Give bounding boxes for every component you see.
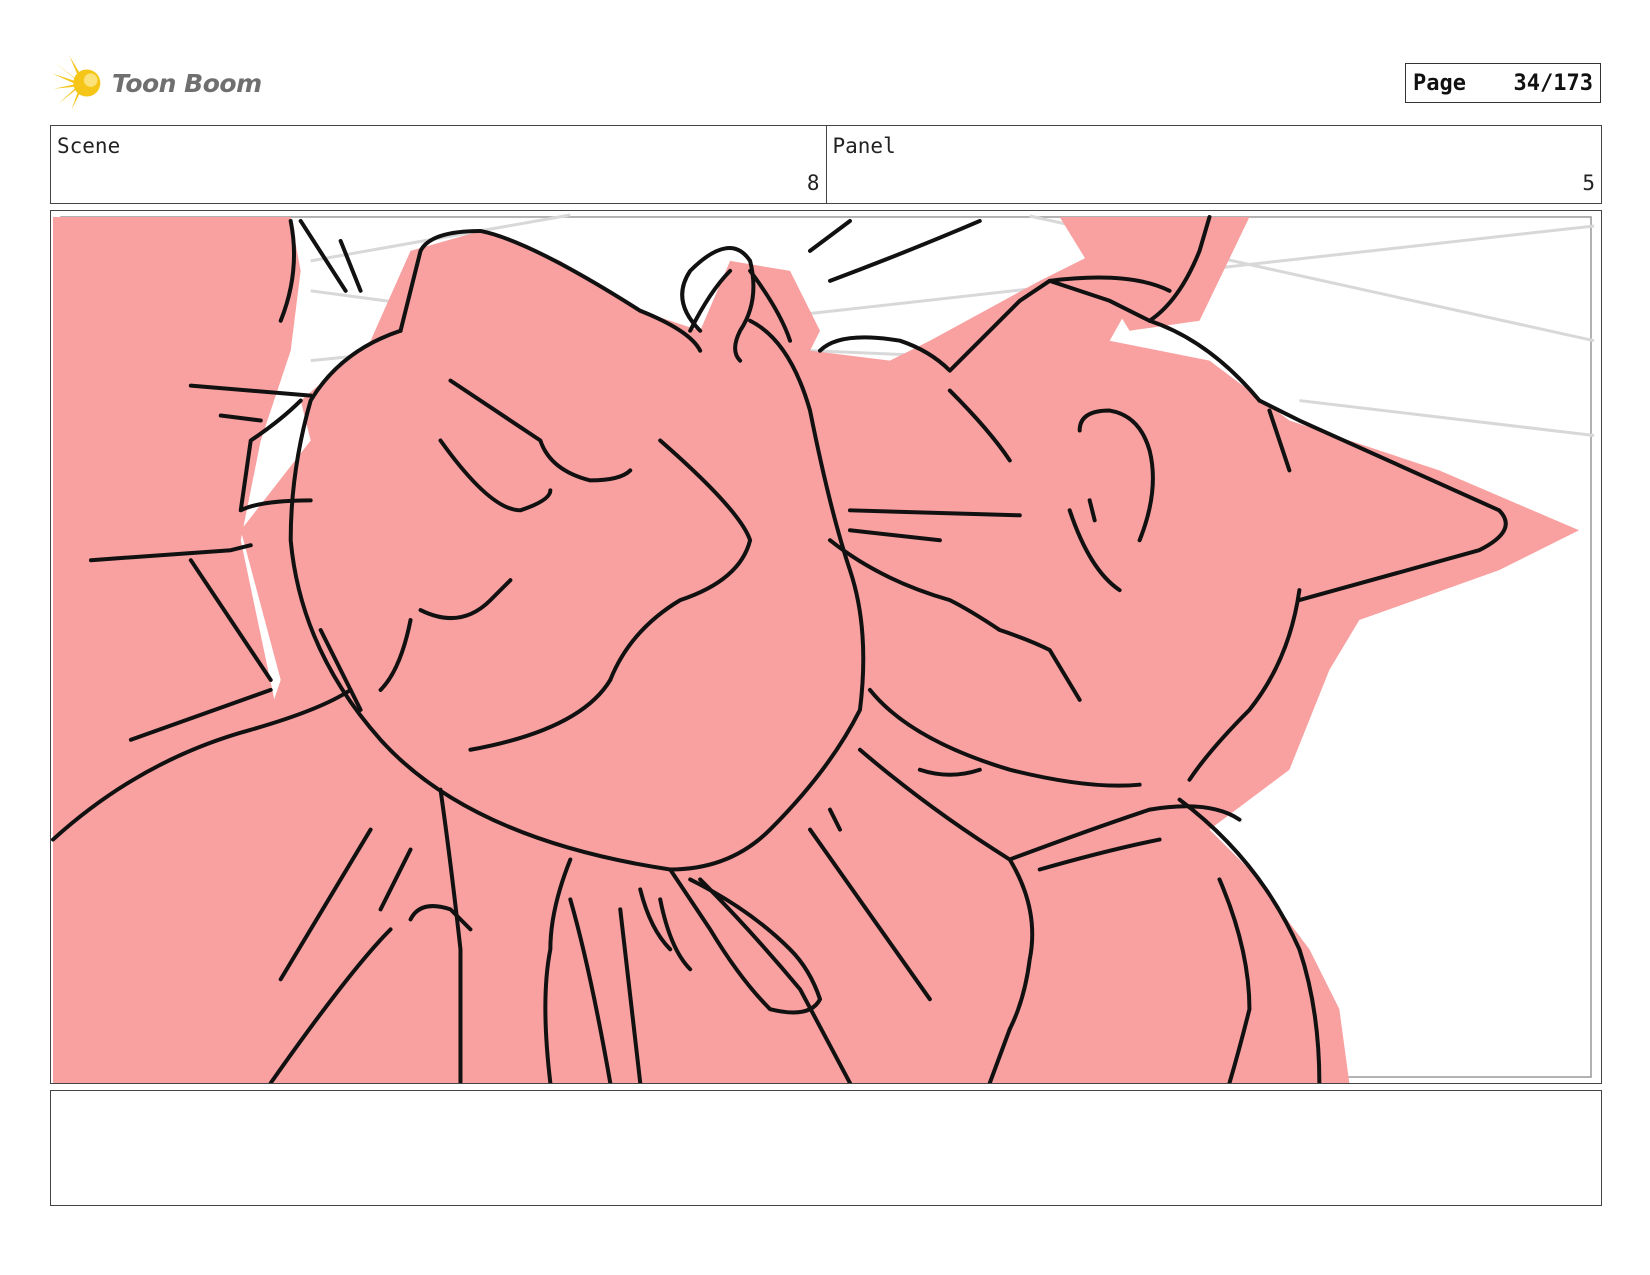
page-label: Page xyxy=(1413,70,1466,96)
panel-label: Panel xyxy=(832,134,896,158)
scene-label: Scene xyxy=(57,134,121,158)
panel-drawing xyxy=(51,213,1595,1083)
scene-panel-info: Scene 8 Panel 5 xyxy=(50,125,1602,204)
scene-value: 8 xyxy=(806,171,820,195)
page-number: 34/173 xyxy=(1513,70,1593,96)
scene-cell: Scene 8 xyxy=(51,126,826,203)
page-indicator: Page 34/173 xyxy=(1405,63,1601,103)
storyboard-panel[interactable] xyxy=(50,210,1602,1084)
panel-value: 5 xyxy=(1582,171,1595,195)
panel-cell: Panel 5 xyxy=(825,126,1602,203)
starburst-icon xyxy=(52,55,101,111)
pink-fill xyxy=(52,216,1580,1083)
logo-text: Toon Boom xyxy=(112,68,262,98)
panel-notes[interactable] xyxy=(50,1090,1602,1206)
toon-boom-logo: Toon Boom xyxy=(52,52,262,114)
